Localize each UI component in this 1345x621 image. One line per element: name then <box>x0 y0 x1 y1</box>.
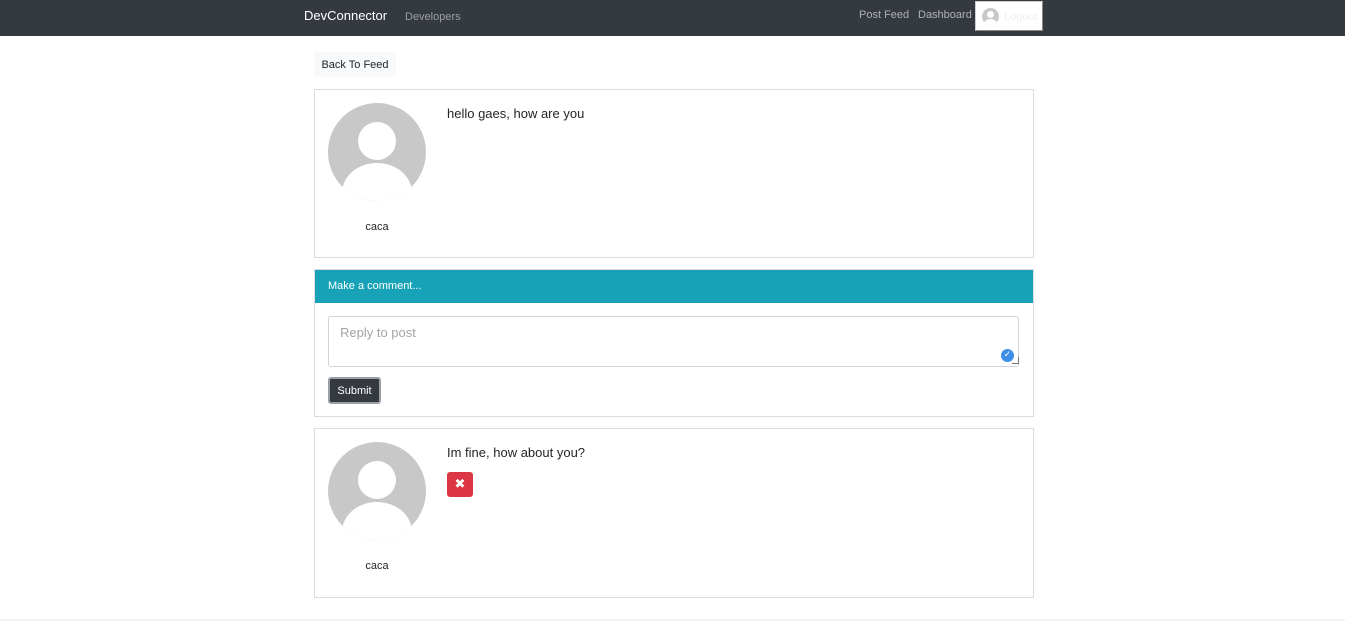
brand-link[interactable]: DevConnector <box>304 8 387 23</box>
avatar-body <box>342 163 412 201</box>
comment-item: caca Im fine, how about you? ✖ <box>314 428 1034 598</box>
close-icon: ✖ <box>454 477 466 492</box>
back-to-feed-button[interactable]: Back To Feed <box>314 52 396 77</box>
avatar-head <box>358 122 396 160</box>
post-text: hello gaes, how are you <box>447 106 585 121</box>
avatar-body <box>342 502 412 540</box>
post-author: caca <box>365 221 389 233</box>
logout-label: Logout <box>1004 11 1038 23</box>
avatar[interactable] <box>328 442 426 540</box>
nav-dashboard[interactable]: Dashboard <box>918 9 972 21</box>
user-avatar-icon <box>982 8 999 25</box>
avatar[interactable] <box>328 103 426 201</box>
logout-button[interactable]: Logout <box>975 1 1043 31</box>
reply-input[interactable] <box>328 316 1019 367</box>
nav-developers[interactable]: Developers <box>405 11 461 23</box>
avatar-head <box>358 461 396 499</box>
comment-author: caca <box>365 560 389 572</box>
comment-text: Im fine, how about you? <box>447 445 586 460</box>
delete-comment-button[interactable]: ✖ <box>447 472 473 497</box>
comment-form: Make a comment... ✓ Submit <box>314 269 1034 417</box>
post-card: caca hello gaes, how are you <box>314 89 1034 258</box>
resize-handle[interactable] <box>1012 357 1019 364</box>
submit-button[interactable]: Submit <box>328 377 381 404</box>
nav-post-feed[interactable]: Post Feed <box>859 9 909 21</box>
navbar: DevConnector Developers Post Feed Dashbo… <box>0 0 1345 36</box>
comment-form-header: Make a comment... <box>315 270 1033 303</box>
